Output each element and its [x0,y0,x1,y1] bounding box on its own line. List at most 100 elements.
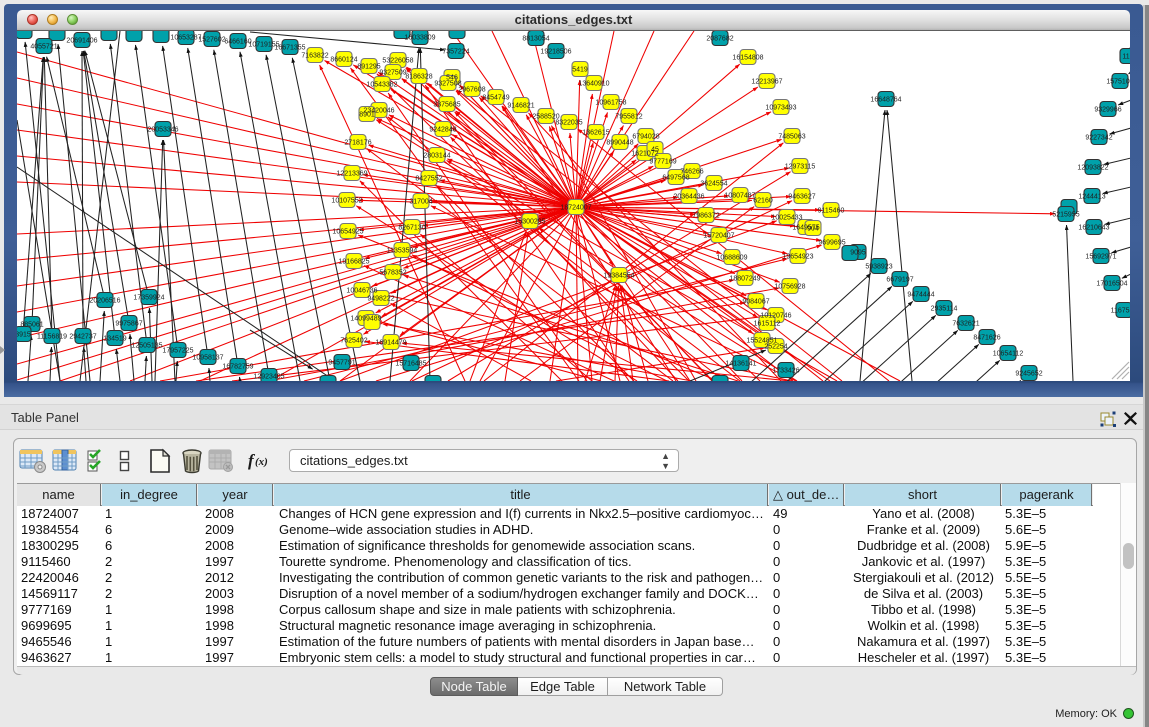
svg-text:20053346: 20053346 [147,127,178,134]
svg-text:8990448: 8990448 [606,140,633,147]
svg-text:9498222: 9498222 [367,296,394,303]
svg-text:9115460: 9115460 [818,208,845,215]
svg-text:2718176: 2718176 [344,140,371,147]
svg-text:10653287: 10653287 [170,35,201,42]
svg-text:12923405: 12923405 [253,374,284,381]
svg-text:9329966: 9329966 [1094,107,1121,114]
svg-text:15720407: 15720407 [703,233,734,240]
svg-text:6497568: 6497568 [662,175,689,182]
svg-text:2803144: 2803144 [423,153,450,160]
svg-text:20206516: 20206516 [89,298,120,305]
svg-text:16033809: 16033809 [404,35,435,42]
svg-text:13640910: 13640910 [578,81,609,88]
svg-text:1167539: 1167539 [1111,308,1130,315]
svg-text:904: 904 [807,226,819,233]
svg-text:10973493: 10973493 [765,105,796,112]
svg-text:20691406: 20691406 [66,38,97,45]
svg-text:9095: 9095 [850,250,866,257]
svg-text:8660124: 8660124 [330,57,357,64]
svg-text:9242848: 9242848 [429,127,456,134]
svg-text:5419: 5419 [572,67,588,74]
svg-text:12973115: 12973115 [785,164,816,171]
svg-text:18807249: 18807249 [729,276,760,283]
svg-text:10958137: 10958137 [192,355,223,362]
svg-text:8267130: 8267130 [398,225,425,232]
svg-text:12505135: 12505135 [131,343,162,350]
svg-text:1575107: 1575107 [1106,79,1130,86]
svg-text:10688609: 10688609 [716,255,747,262]
svg-text:885061: 885061 [20,322,43,329]
svg-text:53226058: 53226058 [382,58,413,65]
svg-text:14099489: 14099489 [350,316,381,323]
svg-text:62160: 62160 [753,198,773,205]
svg-text:10107552: 10107552 [331,198,362,205]
svg-text:8454749: 8454749 [482,95,509,102]
svg-text:118: 118 [1122,54,1130,61]
svg-text:10807487: 10807487 [724,193,755,200]
svg-text:2087682: 2087682 [706,36,733,43]
svg-text:1733426: 1733426 [772,368,799,375]
svg-text:8186328: 8186328 [405,74,432,81]
svg-text:1362615: 1362615 [582,130,609,137]
svg-text:15716485: 15716485 [395,361,426,368]
svg-text:9463627: 9463627 [788,194,815,201]
svg-text:9699695: 9699695 [818,240,845,247]
svg-text:9327509: 9327509 [379,70,406,77]
svg-text:15300295: 15300295 [514,219,545,226]
svg-text:17957225: 17957225 [162,348,193,355]
svg-text:1615112: 1615112 [754,321,781,328]
svg-text:3624554: 3624554 [700,181,727,188]
svg-text:19166825: 19166825 [338,259,369,266]
svg-text:9474444: 9474444 [907,292,934,299]
svg-text:10654112: 10654112 [993,351,1024,358]
svg-text:18724007: 18724007 [560,205,591,212]
svg-text:11353594: 11353594 [387,248,418,255]
svg-text:16648764: 16648764 [870,97,901,104]
svg-text:9146821: 9146821 [507,103,534,110]
svg-text:5938923: 5938923 [865,264,892,271]
svg-text:2942737: 2942737 [69,334,96,341]
svg-text:5215955: 5215955 [1052,212,1079,219]
svg-text:891295: 891295 [357,64,380,71]
svg-text:7625402: 7625402 [340,338,367,345]
svg-text:7955812: 7955812 [615,114,642,121]
svg-text:2935114: 2935114 [931,306,958,313]
svg-text:9084067: 9084067 [742,299,769,306]
svg-text:8322035: 8322035 [555,120,582,127]
svg-text:12213967: 12213967 [751,79,782,86]
svg-text:2967608: 2967608 [458,87,485,94]
svg-text:9245652: 9245652 [1015,371,1042,378]
svg-text:15692971: 15692971 [1085,254,1116,261]
svg-text:14136141: 14136141 [725,361,756,368]
svg-text:20364436: 20364436 [673,194,704,201]
svg-text:10543382: 10543382 [366,82,397,89]
svg-text:16154808: 16154808 [732,55,763,62]
svg-text:5678352: 5678352 [379,270,406,277]
svg-text:7632621: 7632621 [952,321,979,328]
svg-text:9227342: 9227342 [1085,135,1112,142]
svg-text:10961758: 10961758 [595,100,626,107]
svg-text:8471626: 8471626 [973,335,1000,342]
svg-text:10046736: 10046736 [346,288,377,295]
svg-text:16914479: 16914479 [375,340,406,347]
svg-text:9457791: 9457791 [328,360,355,367]
svg-text:6679197: 6679197 [886,277,913,284]
svg-text:9777169: 9777169 [649,159,676,166]
svg-text:8427552: 8427552 [415,176,442,183]
svg-text:1244413: 1244413 [1078,194,1105,201]
svg-text:16671355: 16671355 [274,45,305,52]
svg-text:11156819: 11156819 [37,334,67,341]
svg-text:16210643: 16210643 [1078,225,1109,232]
svg-text:12093822: 12093822 [1077,165,1108,172]
svg-text:10120746: 10120746 [760,313,791,320]
svg-text:19654923: 19654923 [782,254,813,261]
svg-text:7986372: 7986372 [692,213,719,220]
svg-text:17016504: 17016504 [1096,281,1127,288]
svg-text:252254: 252254 [764,344,787,351]
svg-text:19218506: 19218506 [540,49,571,56]
svg-text:(x): (x) [255,456,268,468]
svg-text:8813054: 8813054 [522,36,549,43]
svg-text:8901: 8901 [359,112,375,119]
svg-text:6794028: 6794028 [632,134,659,141]
svg-text:317004: 317004 [409,199,432,206]
